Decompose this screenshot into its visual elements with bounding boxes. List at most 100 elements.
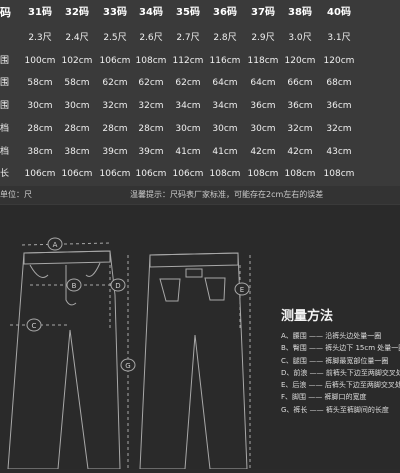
table-cell: 2.4尺	[65, 33, 89, 43]
table-cell: 62cm	[102, 78, 128, 89]
table-cell: 30cm	[27, 101, 53, 112]
row-label: 档	[0, 123, 10, 134]
size-tip: 温馨提示：尺码表厂家标准，可能存在2cm左右的误差	[130, 190, 324, 199]
table-cell: 30cm	[64, 101, 90, 112]
table-cell: 3.1尺	[327, 33, 351, 43]
method-item: E、后浪 —— 后裤头下边至两脚交叉处	[281, 381, 400, 390]
table-cell: 64cm	[212, 78, 238, 89]
table-cell: 39cm	[102, 146, 128, 157]
table-cell: 58cm	[64, 78, 90, 89]
table-cell: 120cm	[323, 55, 355, 66]
table-row: 围 30cm 30cm 32cm 32cm 34cm 34cm 36cm 36cm 36cm	[0, 94, 400, 119]
table-cell: 68cm	[326, 78, 352, 89]
table-cell: 102cm	[61, 55, 93, 66]
marker-d-label: D	[115, 282, 120, 290]
method-item: B、臀围 —— 裤头边下 15cm 处量一圈	[281, 344, 400, 353]
table-cell: 42cm	[250, 146, 276, 157]
units-label: 单位：尺	[0, 190, 32, 199]
method-item: C、腿围 —— 裤脚最宽部位量一圈	[281, 356, 389, 365]
size-header: 40码	[327, 7, 351, 18]
row-label: 围	[0, 101, 10, 112]
table-row: 2.3尺 2.4尺 2.5尺 2.6尺 2.7尺 2.8尺 2.9尺 3.0尺 3.1尺	[0, 26, 400, 51]
table-cell: 32cm	[287, 123, 313, 134]
table-row: 档 28cm 28cm 28cm 28cm 30cm 30cm 30cm 32cm 32cm	[0, 117, 400, 142]
row-label	[0, 26, 20, 51]
size-header: 36码	[213, 7, 237, 18]
table-cell: 2.6尺	[139, 33, 163, 43]
table-cell: 58cm	[27, 78, 53, 89]
table-cell: 64cm	[250, 78, 276, 89]
method-item: D、前浪 —— 前裤头下边至两脚交叉处	[281, 368, 400, 377]
table-cell: 28cm	[27, 123, 53, 134]
table-cell: 30cm	[212, 123, 238, 134]
table-header-row: 码 31码 32码 33码 34码 35码 36码 37码 38码 40码	[0, 0, 400, 25]
table-cell: 36cm	[326, 101, 352, 112]
back-pocket-right	[204, 277, 226, 301]
table-cell: 108cm	[247, 169, 279, 180]
table-cell: 36cm	[287, 101, 313, 112]
size-table: 码 31码 32码 33码 34码 35码 36码 37码 38码 40码 2.…	[0, 0, 400, 205]
row-label: 围	[0, 78, 10, 89]
table-cell: 32cm	[326, 123, 352, 134]
table-cell: 62cm	[138, 78, 164, 89]
front-waistband	[23, 250, 111, 265]
table-cell: 30cm	[250, 123, 276, 134]
table-cell: 106cm	[99, 169, 131, 180]
table-cell: 116cm	[209, 55, 241, 66]
size-header: 33码	[103, 7, 127, 18]
size-header: 32码	[65, 7, 89, 18]
table-cell: 112cm	[172, 55, 204, 66]
table-header-label: 码	[0, 6, 11, 19]
table-row: 档 38cm 38cm 39cm 39cm 41cm 41cm 42cm 42cm 43cm	[0, 140, 400, 165]
back-pants-outline	[139, 252, 248, 470]
table-cell: 30cm	[175, 123, 201, 134]
table-row: 围 58cm 58cm 62cm 62cm 62cm 64cm 64cm 66cm 68cm	[0, 71, 400, 96]
method-item: F、脚围 —— 裤脚口的宽度	[281, 393, 367, 402]
row-label: 档	[0, 146, 10, 157]
table-cell: 3.0尺	[288, 33, 312, 43]
marker-e-label: E	[240, 286, 244, 294]
marker-g-label: G	[125, 362, 130, 370]
table-cell: 106cm	[172, 169, 204, 180]
table-cell: 108cm	[284, 169, 316, 180]
table-cell: 118cm	[247, 55, 279, 66]
table-cell: 2.3尺	[28, 33, 52, 43]
table-cell: 32cm	[102, 101, 128, 112]
table-cell: 108cm	[323, 169, 355, 180]
table-cell: 2.7尺	[176, 33, 200, 43]
table-cell: 34cm	[212, 101, 238, 112]
front-pocket-right	[85, 262, 101, 277]
table-cell: 28cm	[102, 123, 128, 134]
row-label: 长	[0, 169, 10, 180]
size-header: 31码	[28, 7, 52, 18]
table-cell: 2.9尺	[251, 33, 275, 43]
method-item: A、腰围 —— 沿裤头边处量一圈	[281, 332, 382, 340]
table-cell: 41cm	[212, 146, 238, 157]
measurement-method-list: A、腰围 —— 沿裤头边处量一圈 B、臀围 —— 裤头边下 15cm 处量一圈 …	[281, 330, 400, 416]
front-pocket	[29, 264, 49, 278]
table-cell: 62cm	[175, 78, 201, 89]
table-cell: 39cm	[138, 146, 164, 157]
table-cell: 28cm	[64, 123, 90, 134]
back-waistband	[149, 252, 239, 268]
method-item: G、裤长 —— 裤头至裤脚间的长度	[281, 405, 389, 414]
table-cell: 66cm	[287, 78, 313, 89]
table-cell: 43cm	[326, 146, 352, 157]
table-cell: 108cm	[135, 55, 167, 66]
measure-line-a	[21, 242, 111, 246]
table-cell: 41cm	[175, 146, 201, 157]
marker-b-label: B	[72, 282, 77, 290]
table-cell: 106cm	[135, 169, 167, 180]
table-cell: 100cm	[24, 55, 56, 66]
table-row: 围 100cm 102cm 106cm 108cm 112cm 116cm 118cm 120c…	[0, 49, 400, 74]
table-cell: 38cm	[64, 146, 90, 157]
size-header: 34码	[139, 7, 163, 18]
table-cell: 120cm	[284, 55, 316, 66]
table-cell: 2.8尺	[213, 33, 237, 43]
back-label	[185, 268, 203, 278]
marker-a-label: A	[53, 241, 58, 249]
table-cell: 108cm	[209, 169, 241, 180]
table-row: 长 106cm 106cm 106cm 106cm 106cm 108cm 108cm 108c…	[0, 162, 400, 187]
table-cell: 28cm	[138, 123, 164, 134]
table-cell: 106cm	[61, 169, 93, 180]
